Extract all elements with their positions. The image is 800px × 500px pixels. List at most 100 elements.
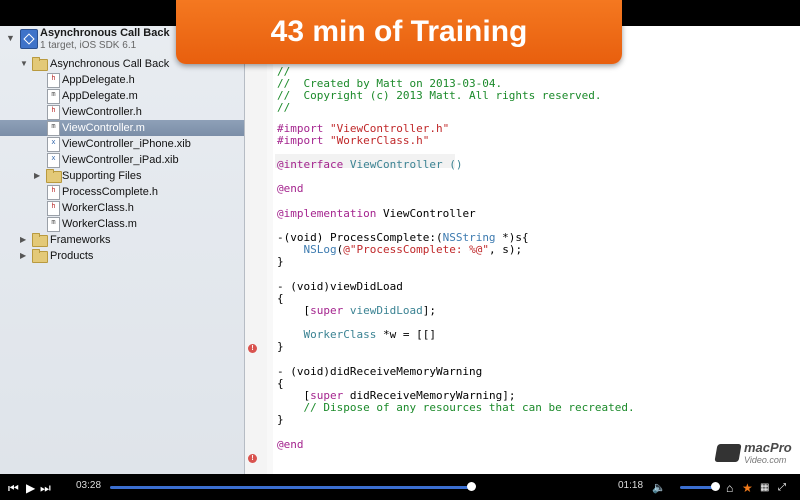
project-subtitle: 1 target, iOS SDK 6.1	[40, 40, 137, 51]
watermark-logo: macPro Video.com	[714, 440, 792, 470]
nav-item-label: AppDelegate.h	[62, 74, 135, 86]
nav-item-appdelegate-h[interactable]: h AppDelegate.h	[0, 72, 244, 88]
header-file-icon: h	[47, 73, 60, 88]
nav-item-workerclass-m[interactable]: m WorkerClass.m	[0, 216, 244, 232]
code-line: WorkerClass *w = [[]	[277, 329, 436, 341]
nav-item-group-products[interactable]: ▶ Products	[0, 248, 244, 264]
nav-item-group-frameworks[interactable]: ▶ Frameworks	[0, 232, 244, 248]
nav-item-workerclass-h[interactable]: h WorkerClass.h	[0, 200, 244, 216]
skip-back-icon[interactable]: ⏮	[8, 481, 19, 496]
code-line: @end	[277, 438, 304, 451]
nav-item-viewcontroller-ipad-xib[interactable]: x ViewController_iPad.xib	[0, 152, 244, 168]
disclosure-open-icon[interactable]: ▼	[20, 56, 28, 72]
nav-item-label: Supporting Files	[62, 170, 142, 182]
code-line: }	[277, 255, 284, 268]
implementation-file-icon: m	[47, 89, 60, 104]
header-file-icon: h	[47, 105, 60, 120]
code-line: NSLog(@"ProcessComplete: %@", s);	[277, 243, 523, 256]
disclosure-closed-icon[interactable]: ▶	[20, 232, 26, 248]
nav-item-label: Products	[50, 250, 94, 262]
nav-item-appdelegate-m[interactable]: m AppDelegate.m	[0, 88, 244, 104]
xib-file-icon: x	[47, 153, 60, 168]
project-navigator: ▼ Asynchronous Call Back 1 target, iOS S…	[0, 26, 245, 474]
training-duration-banner: 43 min of Training	[176, 0, 622, 64]
code-line: - (void)viewDidLoad	[277, 280, 403, 293]
progress-track[interactable]	[110, 486, 472, 489]
error-marker-icon[interactable]: !	[248, 344, 257, 353]
code-line: @interface ViewController ()	[277, 159, 462, 171]
chapters-icon[interactable]: ▦	[760, 482, 769, 493]
home-icon[interactable]: ⌂	[726, 481, 733, 495]
nav-item-group-supporting-files[interactable]: ▶ Supporting Files	[0, 168, 244, 184]
editor-gutter[interactable]: ! !	[245, 26, 268, 474]
code-token: WorkerClass	[303, 328, 377, 341]
fullscreen-icon[interactable]: ⤢	[778, 482, 786, 493]
error-marker-icon[interactable]: !	[248, 454, 257, 463]
remaining-time: 01:18	[618, 480, 644, 491]
video-player-controls: ⏮ ▶ ⏭ 03:28 01:18 🔈 ⌂ ★ ▦ ⤢	[0, 474, 800, 500]
skip-forward-icon[interactable]: ⏭	[40, 481, 51, 496]
header-file-icon: h	[47, 201, 60, 216]
nav-item-label: ViewController.m	[62, 122, 145, 134]
nav-item-label: WorkerClass.m	[62, 218, 137, 230]
code-token: "WorkerClass.h"	[329, 134, 430, 147]
code-line: }	[277, 340, 284, 353]
code-token: ViewController ()	[349, 158, 463, 171]
favorite-star-icon[interactable]: ★	[742, 481, 753, 495]
code-token: viewDidLoad	[349, 304, 423, 317]
nav-item-viewcontroller-h[interactable]: h ViewController.h	[0, 104, 244, 120]
folder-icon	[46, 169, 62, 183]
nav-item-label: ProcessComplete.h	[62, 186, 158, 198]
code-token: @interface	[277, 158, 344, 171]
code-token: ViewController	[382, 207, 476, 220]
code-token: *w = [[]	[376, 328, 436, 341]
disclosure-closed-icon[interactable]: ▶	[20, 248, 26, 264]
elapsed-time: 03:28	[76, 480, 102, 491]
macprovideo-logo-icon	[714, 444, 742, 462]
code-line: }	[277, 413, 284, 426]
folder-icon	[32, 249, 48, 263]
nav-item-label: Asynchronous Call Back	[50, 58, 170, 70]
nav-item-label: AppDelegate.m	[62, 90, 138, 102]
implementation-file-icon: m	[47, 121, 60, 136]
progress-scrubber[interactable]	[467, 482, 476, 491]
implementation-file-icon: m	[47, 217, 60, 232]
folder-icon	[32, 57, 48, 71]
code-line: @end	[277, 182, 304, 195]
disclosure-open-icon[interactable]: ▼	[6, 33, 15, 43]
watermark-line1: macPro	[744, 440, 792, 455]
nav-item-viewcontroller-iphone-xib[interactable]: x ViewController_iPhone.xib	[0, 136, 244, 152]
nav-item-label: ViewController_iPhone.xib	[62, 138, 191, 150]
source-editor[interactable]: // // Created by Matt on 2013-03-04. // …	[273, 26, 800, 474]
code-token: #import	[277, 134, 324, 147]
folder-icon	[32, 233, 48, 247]
code-token: // Dispose of any resources that can be …	[303, 401, 635, 414]
project-name: Asynchronous Call Back	[40, 27, 170, 39]
nav-item-viewcontroller-m-selected[interactable]: m ViewController.m	[0, 120, 244, 136]
code-line: [super viewDidLoad];	[277, 305, 436, 317]
nav-item-label: Frameworks	[50, 234, 111, 246]
code-line: //	[277, 101, 291, 114]
nav-item-label: ViewController.h	[62, 106, 142, 118]
nav-item-processcomplete-h[interactable]: h ProcessComplete.h	[0, 184, 244, 200]
code-line: @implementation ViewController	[277, 208, 476, 220]
code-token: @"ProcessComplete: %@"	[343, 243, 489, 256]
code-line: #import "WorkerClass.h"	[277, 135, 429, 147]
code-line: // Copyright (c) 2013 Matt. All rights r…	[277, 89, 602, 102]
code-line: // Dispose of any resources that can be …	[277, 402, 635, 414]
volume-icon[interactable]: 🔈	[652, 481, 666, 494]
code-line: - (void)didReceiveMemoryWarning	[277, 365, 483, 378]
xib-file-icon: x	[47, 137, 60, 152]
volume-slider[interactable]	[680, 486, 715, 489]
disclosure-closed-icon[interactable]: ▶	[34, 168, 40, 184]
watermark-line2: Video.com	[744, 455, 787, 465]
code-token: , s);	[488, 243, 523, 256]
play-icon[interactable]: ▶	[26, 481, 35, 495]
code-token: super	[310, 304, 344, 317]
xcode-project-icon	[20, 29, 38, 49]
nav-item-label: ViewController_iPad.xib	[62, 154, 179, 166]
header-file-icon: h	[47, 185, 60, 200]
code-token: NSLog	[303, 243, 337, 256]
code-token: @implementation	[277, 207, 377, 220]
volume-knob[interactable]	[711, 482, 720, 491]
